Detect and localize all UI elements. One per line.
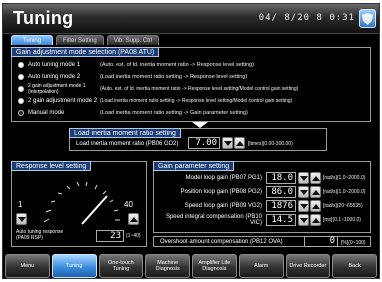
response-min: 1: [18, 200, 23, 209]
radio-button-selected[interactable]: [18, 110, 24, 116]
mode-description: (Auto. est. of ld. inertia moment ratio …: [100, 86, 299, 92]
nav-alarm-button[interactable]: Alarm: [238, 254, 284, 278]
radio-button[interactable]: [18, 62, 24, 68]
tab-tuning[interactable]: Tuning: [11, 35, 53, 45]
datetime-display: 04/ 8/20 8 0:31: [258, 13, 355, 23]
tab-filter-setting[interactable]: Filter Setting: [56, 35, 104, 45]
param-value-field[interactable]: 18.0: [266, 172, 296, 184]
nav-machine-diagnosis-button[interactable]: Machine Diagnosis: [145, 254, 190, 278]
radio-button[interactable]: [18, 74, 24, 80]
param-label: Speed loop gain (PB09 VG2): [184, 203, 262, 209]
response-max: 40: [124, 200, 133, 209]
chevron-up-icon: [312, 218, 320, 223]
mode-description: (Auto. est. of ld. inertia moment ratio …: [100, 62, 254, 68]
radio-button[interactable]: [18, 98, 24, 104]
gain-mode-title: Gain adjustment mode selection (PA08 ATU…: [11, 47, 160, 57]
shield-icon[interactable]: [359, 9, 376, 28]
mode-name: 2 gain adjustment mode 2: [28, 98, 98, 104]
mode-description: (Load inertia moment ratio setting -> Re…: [100, 98, 293, 104]
param-decrement-button[interactable]: [298, 172, 309, 184]
response-increment-button[interactable]: [128, 213, 139, 225]
header-bar: Tuning 04/ 8/20 8 0:31: [3, 4, 379, 34]
param-range: [rad/s](20~65535): [323, 203, 363, 209]
mode-name: Auto tuning mode 1: [28, 62, 81, 68]
page-title: Tuning: [13, 8, 74, 28]
param-increment-button[interactable]: [310, 172, 321, 184]
response-panel: Response level setting 1 40 Auto tuning …: [11, 161, 147, 247]
response-range: (1~40): [126, 233, 141, 239]
mode-option-2gain-1[interactable]: 2 gain adjustment mode 1 (interpolation)…: [18, 83, 368, 95]
chevron-down-icon: [224, 141, 232, 146]
mode-name: Auto tuning mode 2: [28, 74, 81, 80]
response-decrement-button[interactable]: [16, 213, 27, 225]
gain-parameter-title: Gain parameter setting: [153, 161, 235, 171]
chevron-up-icon: [312, 176, 320, 181]
param-range: [rad/s](1.0~2000.0): [323, 175, 366, 181]
param-value-field[interactable]: 1876: [266, 200, 296, 212]
overshoot-range: [%](0~100): [341, 240, 366, 246]
tuning-screen: Tuning 04/ 8/20 8 0:31 Tuning Filter Set…: [2, 3, 380, 279]
param-range: [rad/s](1.0~2000.0): [323, 189, 366, 195]
chevron-down-icon: [18, 217, 26, 222]
overshoot-value-field[interactable]: 0: [304, 236, 338, 247]
inertia-label: Load inertia moment ratio (PB06 GD2): [76, 141, 179, 147]
nav-drive-recorder-button[interactable]: Drive Recorder: [285, 254, 331, 278]
chevron-down-icon: [300, 218, 308, 223]
sub-tab-bar: Tuning Filter Setting Vib. Supp. Ctrl: [11, 35, 160, 45]
mode-option-2gain-2[interactable]: 2 gain adjustment mode 2 (Load inertia m…: [18, 96, 368, 106]
inertia-decrement-button[interactable]: [222, 137, 233, 149]
inertia-increment-button[interactable]: [234, 137, 245, 149]
param-label: Position loop gain (PB08 PG2): [180, 189, 262, 195]
inertia-value-field[interactable]: 7.00: [188, 137, 220, 149]
mode-description: (Load inertia moment ratio setting -> Re…: [100, 74, 248, 80]
mode-option-auto-1[interactable]: Auto tuning mode 1 (Auto. est. of ld. in…: [18, 60, 368, 70]
param-decrement-button[interactable]: [298, 200, 309, 212]
param-label: Model loop gain (PB07 PG1): [185, 175, 262, 181]
param-decrement-button[interactable]: [298, 186, 309, 198]
radio-button[interactable]: [18, 86, 24, 92]
mode-option-manual[interactable]: Manual mode (Load inertia moment ratio s…: [18, 108, 368, 118]
tab-vib-supp-ctrl[interactable]: Vib. Supp. Ctrl: [106, 35, 160, 45]
mode-description: (Load inertia moment ratio setting -> Ga…: [100, 110, 248, 116]
inertia-title: Load inertia moment ratio setting: [69, 128, 181, 138]
param-value-field[interactable]: 86.0: [266, 186, 296, 198]
mode-option-auto-2[interactable]: Auto tuning mode 2 (Load inertia moment …: [18, 72, 368, 82]
param-increment-button[interactable]: [310, 200, 321, 212]
inertia-range: [times](0.00-300.00): [248, 141, 293, 147]
param-increment-button[interactable]: [310, 214, 321, 226]
response-title: Response level setting: [11, 161, 92, 171]
response-dial[interactable]: [34, 172, 130, 228]
bottom-nav-bar: Menu Tuning One-touch Tuning Machine Dia…: [3, 254, 379, 278]
nav-one-touch-tuning-button[interactable]: One-touch Tuning: [98, 254, 144, 278]
overshoot-label: Overshoot amount compensation (PB12 OVA): [160, 239, 283, 245]
chevron-down-icon: [300, 190, 308, 195]
nav-tuning-button[interactable]: Tuning: [51, 254, 97, 278]
nav-menu-button[interactable]: Menu: [5, 254, 50, 278]
dial-needle: [81, 195, 108, 225]
gain-mode-panel: Gain adjustment mode selection (PA08 ATU…: [11, 47, 371, 122]
chevron-down-icon: [300, 176, 308, 181]
nav-back-button[interactable]: Back: [332, 254, 377, 278]
gain-parameter-panel: Gain parameter setting Model loop gain (…: [153, 161, 371, 233]
param-increment-button[interactable]: [310, 186, 321, 198]
chevron-up-icon: [236, 141, 244, 146]
chevron-up-icon: [130, 217, 138, 222]
param-decrement-button[interactable]: [298, 214, 309, 226]
overshoot-panel: Overshoot amount compensation (PB12 OVA)…: [153, 236, 371, 247]
mode-name: 2 gain adjustment mode 1 (interpolation): [28, 83, 86, 95]
response-value-field[interactable]: 23: [96, 230, 124, 242]
response-label: Auto tuning response (PA09 RSP): [16, 229, 64, 241]
mode-name: Manual mode: [28, 110, 65, 116]
param-value-field[interactable]: 14.5: [266, 214, 296, 226]
chevron-up-icon: [312, 190, 320, 195]
chevron-up-icon: [312, 204, 320, 209]
inertia-panel: Load inertia moment ratio setting Load i…: [69, 128, 327, 151]
param-range: [ms](0.1~1000.0): [323, 217, 361, 223]
chevron-down-icon: [300, 204, 308, 209]
param-label: Speed integral compensation (PB10 VIC): [165, 214, 262, 226]
nav-amplifier-life-diagnosis-button[interactable]: Amplifier Life Diagnosis: [192, 254, 237, 278]
